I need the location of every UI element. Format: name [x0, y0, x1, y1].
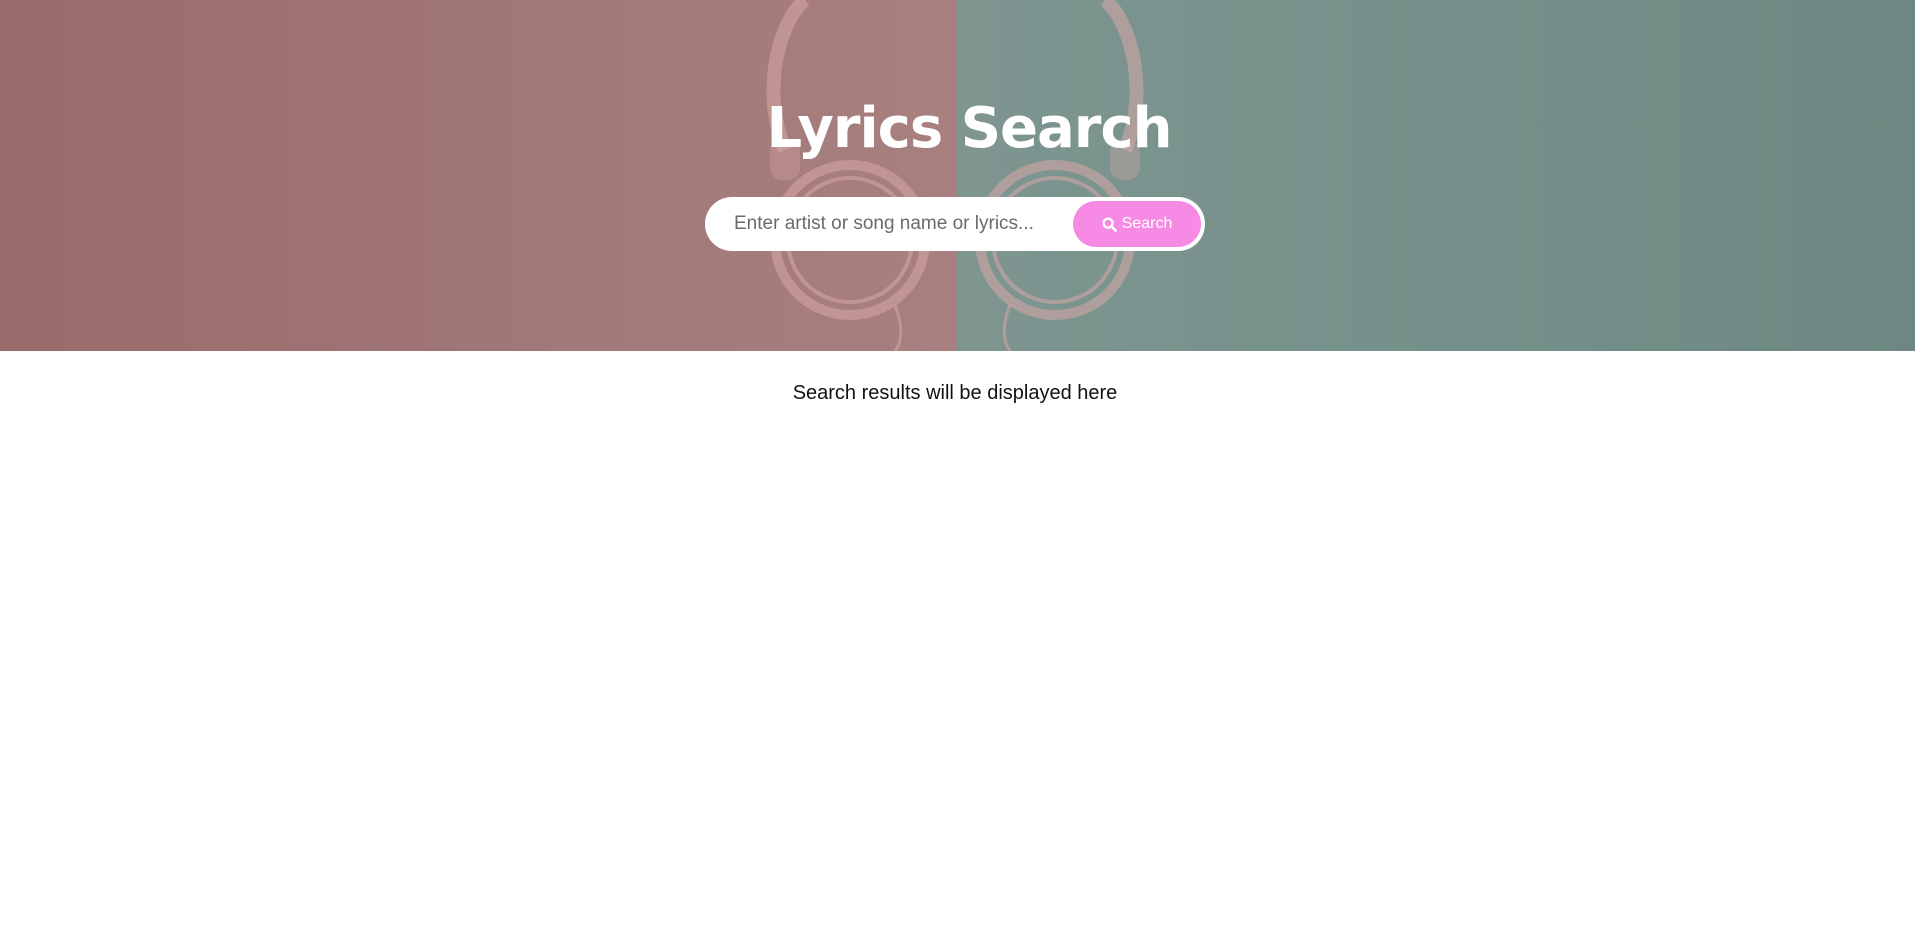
page-title: Lyrics Search: [766, 96, 1172, 161]
search-icon: [1102, 216, 1117, 232]
headphones-background-image: [766, 0, 1144, 351]
search-button-label: Search: [1121, 215, 1173, 232]
hero-header: Lyrics Search Search: [0, 0, 1915, 351]
results-placeholder-text: Search results will be displayed here: [792, 382, 1118, 404]
search-button[interactable]: Search: [1073, 201, 1201, 247]
search-form: Search: [705, 197, 1205, 251]
search-input[interactable]: [705, 197, 1065, 251]
